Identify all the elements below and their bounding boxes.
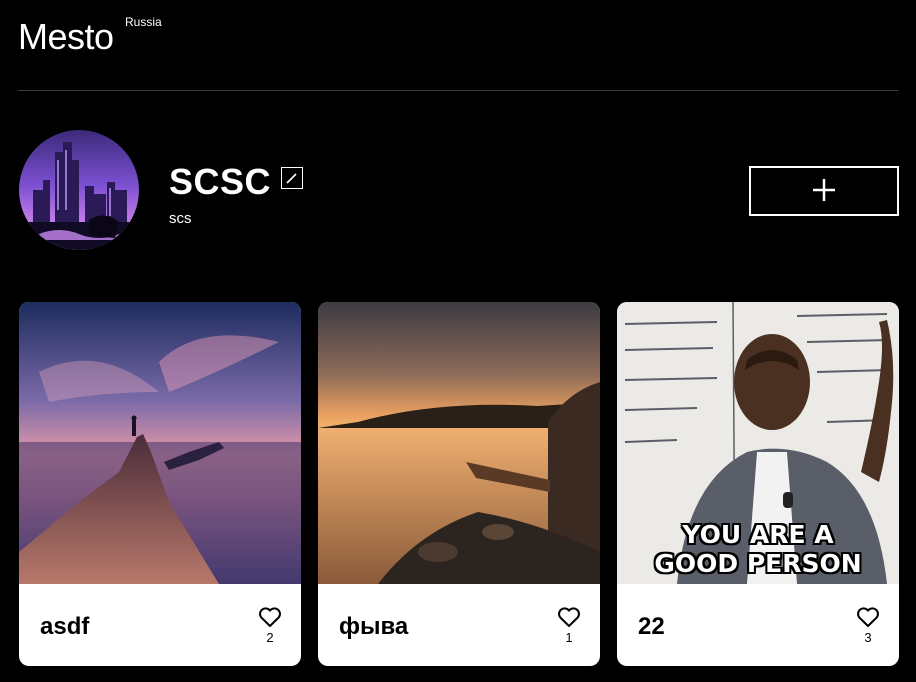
avatar-image xyxy=(19,130,139,250)
like-button[interactable] xyxy=(557,606,581,628)
card-title: asdf xyxy=(40,613,90,640)
card: asdf 2 xyxy=(19,302,301,666)
meme-caption-line1: YOU ARE A xyxy=(682,520,834,549)
meme-caption: YOU ARE A GOOD PERSON xyxy=(617,520,899,578)
page-header: Mesto Russia xyxy=(18,0,899,91)
card: фыва 1 xyxy=(318,302,600,666)
card-image[interactable] xyxy=(19,302,301,584)
logo: Mesto xyxy=(18,16,114,57)
like-count: 1 xyxy=(565,630,573,645)
profile-about: scs xyxy=(169,210,192,227)
heart-icon xyxy=(857,607,879,627)
profile-section: SCSC scs xyxy=(19,130,899,250)
card-title: фыва xyxy=(339,613,409,640)
card: YOU ARE A GOOD PERSON 22 3 xyxy=(617,302,899,666)
profile-name: SCSC xyxy=(169,161,272,202)
card-image[interactable]: YOU ARE A GOOD PERSON xyxy=(617,302,899,584)
avatar[interactable] xyxy=(19,130,139,250)
cards-grid: asdf 2 фыва 1 YOU ARE A GOOD PERSON 22 3 xyxy=(19,302,899,666)
plus-icon xyxy=(813,179,835,201)
logo-superscript: Russia xyxy=(125,15,162,29)
edit-profile-button[interactable] xyxy=(281,167,303,189)
like-button[interactable] xyxy=(856,606,880,628)
card-image[interactable] xyxy=(318,302,600,584)
meme-caption-line2: GOOD PERSON xyxy=(654,549,862,578)
like-count: 2 xyxy=(266,630,274,645)
add-card-button[interactable] xyxy=(749,166,899,216)
like-button[interactable] xyxy=(258,606,282,628)
like-count: 3 xyxy=(864,630,872,645)
card-title: 22 xyxy=(638,613,665,640)
heart-icon xyxy=(259,607,281,627)
heart-icon xyxy=(558,607,580,627)
pencil-icon xyxy=(286,173,297,184)
